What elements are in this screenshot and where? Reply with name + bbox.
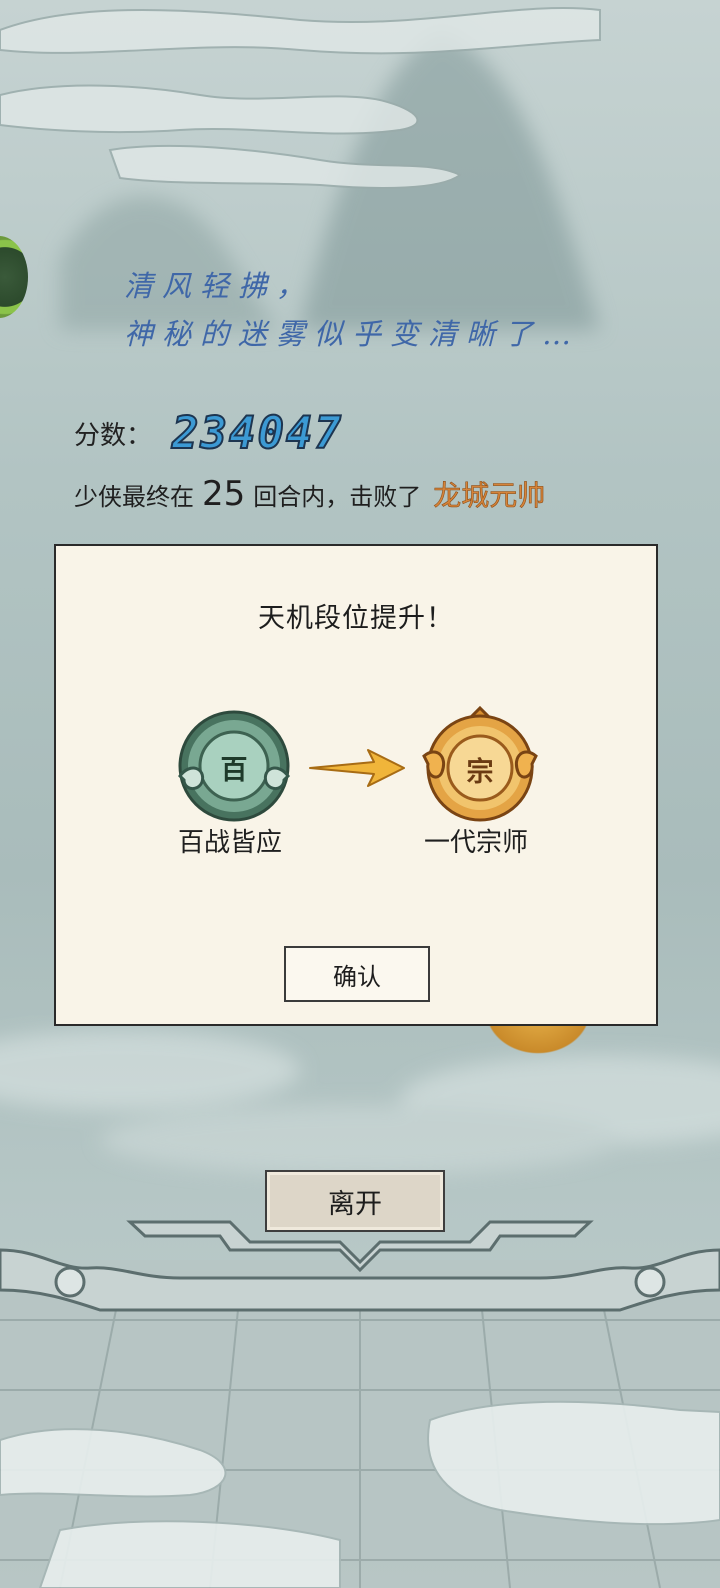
round-count: 25 bbox=[202, 474, 246, 514]
rank-up-dialog: 天机段位提升！ 百 宗 百战皆应 一代宗师 确认 bbox=[54, 544, 658, 1026]
defeated-boss-name: 龙城元帅 bbox=[433, 479, 546, 513]
old-rank-label: 百战皆应 bbox=[178, 828, 283, 858]
story-line-1: 清风轻拂， bbox=[124, 269, 315, 303]
score-value: 234047 bbox=[171, 407, 343, 460]
jade-medal-icon: 百 bbox=[176, 710, 292, 826]
story-text: 清风轻拂， 神秘的迷雾似乎变清晰了… bbox=[124, 262, 580, 358]
battle-summary: 少侠最终在 25 回合内，击败了 龙城元帅 bbox=[74, 474, 546, 514]
leave-button[interactable]: 离开 bbox=[265, 1170, 445, 1232]
dialog-title: 天机段位提升！ bbox=[258, 603, 454, 634]
confirm-button[interactable]: 确认 bbox=[284, 946, 430, 1002]
story-line-2: 神秘的迷雾似乎变清晰了… bbox=[124, 317, 581, 351]
summary-middle: 回合内，击败了 bbox=[253, 483, 422, 511]
old-rank-badge-char: 百 bbox=[220, 755, 248, 786]
new-rank-label: 一代宗师 bbox=[424, 828, 529, 858]
ground-mist bbox=[0, 1030, 720, 1175]
gold-medal-icon: 宗 bbox=[422, 705, 538, 822]
new-rank-badge-char: 宗 bbox=[466, 757, 494, 788]
score-row: 分数： 234047 bbox=[74, 407, 343, 460]
score-label: 分数： bbox=[74, 421, 153, 451]
summary-prefix: 少侠最终在 bbox=[74, 483, 194, 511]
arrow-right-icon bbox=[309, 749, 405, 787]
